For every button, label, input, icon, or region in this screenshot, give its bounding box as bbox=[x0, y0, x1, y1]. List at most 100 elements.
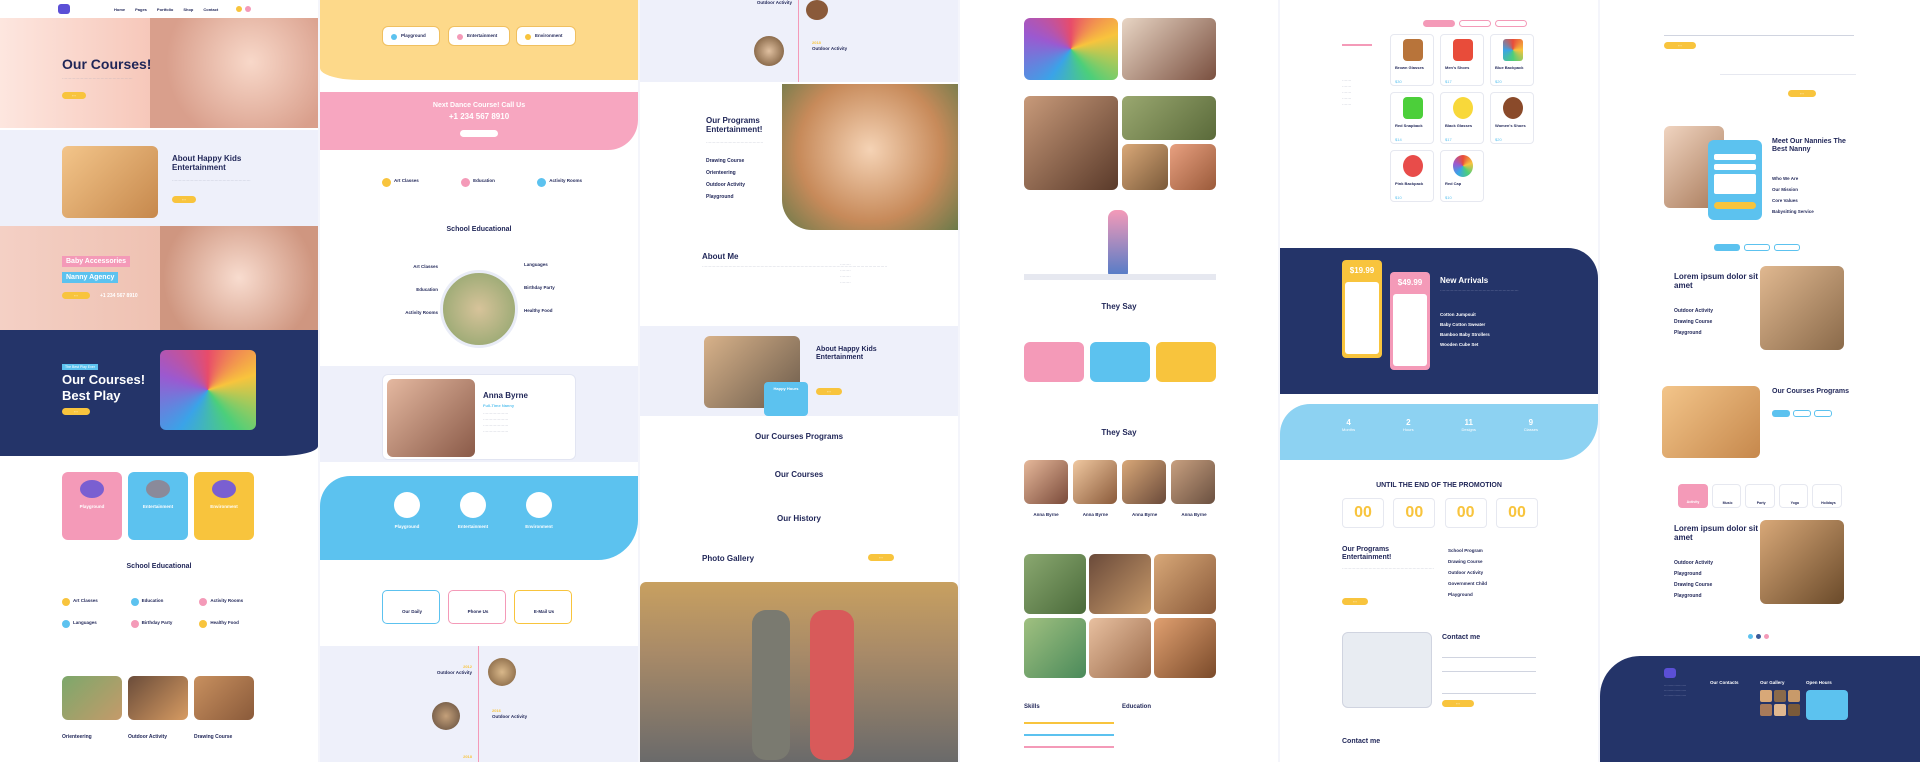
gallery-image[interactable] bbox=[1024, 18, 1118, 80]
program-link[interactable]: Playground bbox=[1448, 592, 1487, 597]
timeline-top: Outdoor Activity 2018 Outdoor Activity bbox=[640, 0, 958, 82]
best-play-button[interactable]: ··· bbox=[62, 408, 90, 415]
cart-icon[interactable] bbox=[236, 6, 242, 12]
nav-item-portfolio[interactable]: Portfolio bbox=[157, 7, 173, 12]
comment-submit-button[interactable]: ··· bbox=[1664, 42, 1696, 49]
comment-field[interactable] bbox=[1664, 2, 1854, 36]
product-card[interactable]: Black Glasses $17 bbox=[1440, 92, 1484, 144]
tab-playground[interactable]: Playground bbox=[382, 26, 440, 46]
gallery-image[interactable] bbox=[1024, 96, 1118, 190]
gallery-image[interactable] bbox=[194, 676, 254, 720]
small-tab[interactable] bbox=[1744, 244, 1770, 251]
courses-tab[interactable] bbox=[1814, 410, 1832, 417]
gallery-image[interactable] bbox=[1122, 144, 1168, 190]
hero-button[interactable]: ··· bbox=[62, 92, 86, 99]
twitter-icon[interactable] bbox=[1748, 634, 1753, 639]
gallery-image[interactable] bbox=[1089, 554, 1151, 614]
contact-email-field[interactable] bbox=[1442, 666, 1536, 672]
gallery-image[interactable] bbox=[1024, 618, 1086, 678]
facebook-icon[interactable] bbox=[1756, 634, 1761, 639]
filter-pill[interactable] bbox=[1495, 20, 1527, 27]
search-icon[interactable] bbox=[245, 6, 251, 12]
gallery-image[interactable] bbox=[1089, 618, 1151, 678]
tab-entertainment[interactable]: Entertainment bbox=[448, 26, 510, 46]
nanny-input[interactable] bbox=[1714, 164, 1756, 170]
footer-gallery-thumb[interactable] bbox=[1760, 704, 1772, 716]
gallery-image[interactable] bbox=[128, 676, 188, 720]
card-entertainment[interactable]: Entertainment bbox=[128, 472, 188, 540]
footer-gallery-thumb[interactable] bbox=[1788, 704, 1800, 716]
programs-button[interactable]: ··· bbox=[1342, 598, 1368, 605]
instagram-icon[interactable] bbox=[1764, 634, 1769, 639]
team-photo[interactable] bbox=[1122, 460, 1166, 504]
nanny-submit-button[interactable] bbox=[1714, 202, 1756, 209]
nav-item-pages[interactable]: Pages bbox=[135, 7, 147, 12]
contact-submit-button[interactable]: ··· bbox=[1442, 700, 1474, 707]
program-link[interactable]: School Program bbox=[1448, 548, 1487, 553]
footer-gallery-thumb[interactable] bbox=[1760, 690, 1772, 702]
icon-tab-holidays[interactable]: Holidays bbox=[1812, 484, 1843, 508]
card-playground[interactable]: Playground bbox=[62, 472, 122, 540]
timeline-image bbox=[806, 0, 828, 20]
small-tab[interactable] bbox=[1714, 244, 1740, 251]
nanny-input[interactable] bbox=[1714, 154, 1756, 160]
card-environment[interactable]: Environment bbox=[194, 472, 254, 540]
program-link[interactable]: Drawing Course bbox=[1448, 559, 1487, 564]
about-kids-button[interactable]: ··· bbox=[816, 388, 842, 395]
footer: ··················· ··················· ··… bbox=[1600, 656, 1920, 762]
team-photo[interactable] bbox=[1073, 460, 1117, 504]
footer-gallery-thumb[interactable] bbox=[1788, 690, 1800, 702]
contact-box-daily[interactable]: Our Daily bbox=[382, 590, 440, 624]
nav-item-home[interactable]: Home bbox=[114, 7, 125, 12]
gallery-image[interactable] bbox=[1024, 554, 1086, 614]
gallery-image[interactable] bbox=[1122, 96, 1216, 140]
baby-button[interactable]: ··· bbox=[62, 292, 90, 299]
row-item-label: Activity Rooms bbox=[549, 178, 582, 183]
icon-tab-party[interactable]: Party bbox=[1745, 484, 1775, 508]
courses-tab[interactable] bbox=[1793, 410, 1811, 417]
gallery-image[interactable] bbox=[1154, 618, 1216, 678]
product-card[interactable]: Women's Shoes $20 bbox=[1490, 92, 1534, 144]
small-tab[interactable] bbox=[1774, 244, 1800, 251]
product-card[interactable]: Red Snapback $14 bbox=[1390, 92, 1434, 144]
tab-environment[interactable]: Environment bbox=[516, 26, 576, 46]
footer-gallery-thumb[interactable] bbox=[1774, 690, 1786, 702]
product-card[interactable]: Red Cap $10 bbox=[1440, 150, 1484, 202]
newsletter-button[interactable]: ··· bbox=[1788, 90, 1816, 97]
courses-tab[interactable] bbox=[1772, 410, 1790, 417]
price-slider[interactable] bbox=[1342, 44, 1372, 46]
nav-item-shop[interactable]: Shop bbox=[183, 7, 193, 12]
product-card[interactable]: Men's Shoes $17 bbox=[1440, 34, 1484, 86]
nav-item-contact[interactable]: Contact bbox=[203, 7, 218, 12]
contact-box-phone[interactable]: Phone Us bbox=[448, 590, 506, 624]
program-link[interactable]: Government Child bbox=[1448, 581, 1487, 586]
filter-pill[interactable] bbox=[1459, 20, 1491, 27]
team-photo[interactable] bbox=[1171, 460, 1215, 504]
filter-pill[interactable] bbox=[1423, 20, 1455, 27]
gallery-image[interactable] bbox=[1170, 144, 1216, 190]
gallery-image[interactable] bbox=[1154, 554, 1216, 614]
icon-tab-activity[interactable]: Activity bbox=[1678, 484, 1708, 508]
tabs-section: Playground Entertainment Environment bbox=[320, 0, 638, 80]
program-link[interactable]: Outdoor Activity bbox=[1448, 570, 1487, 575]
cta-button[interactable] bbox=[460, 130, 498, 137]
price-card-2[interactable]: $49.99 bbox=[1390, 272, 1430, 370]
gallery-button[interactable]: ··· bbox=[868, 554, 894, 561]
video-progress-bar[interactable] bbox=[1024, 274, 1216, 280]
contact-name-field[interactable] bbox=[1442, 652, 1536, 658]
contact-message-field[interactable] bbox=[1442, 680, 1536, 694]
footer-gallery-thumb[interactable] bbox=[1774, 704, 1786, 716]
icon-tab-yoga[interactable]: Yoga bbox=[1778, 484, 1809, 508]
gallery-image[interactable] bbox=[62, 676, 122, 720]
product-card[interactable]: Blue Backpack $20 bbox=[1490, 34, 1534, 86]
about-button[interactable]: ··· bbox=[172, 196, 196, 203]
icon-tab-music[interactable]: Music bbox=[1711, 484, 1742, 508]
nanny-textarea[interactable] bbox=[1714, 174, 1756, 194]
product-card[interactable]: Pink Backpack $10 bbox=[1390, 150, 1434, 202]
product-card[interactable]: Brown Glasses $30 bbox=[1390, 34, 1434, 86]
team-photo[interactable] bbox=[1024, 460, 1068, 504]
contact-box-email[interactable]: E-Mail Us bbox=[514, 590, 572, 624]
price-card-1[interactable]: $19.99 bbox=[1342, 260, 1382, 358]
contact-map[interactable] bbox=[1342, 632, 1432, 708]
gallery-image[interactable] bbox=[1122, 18, 1216, 80]
